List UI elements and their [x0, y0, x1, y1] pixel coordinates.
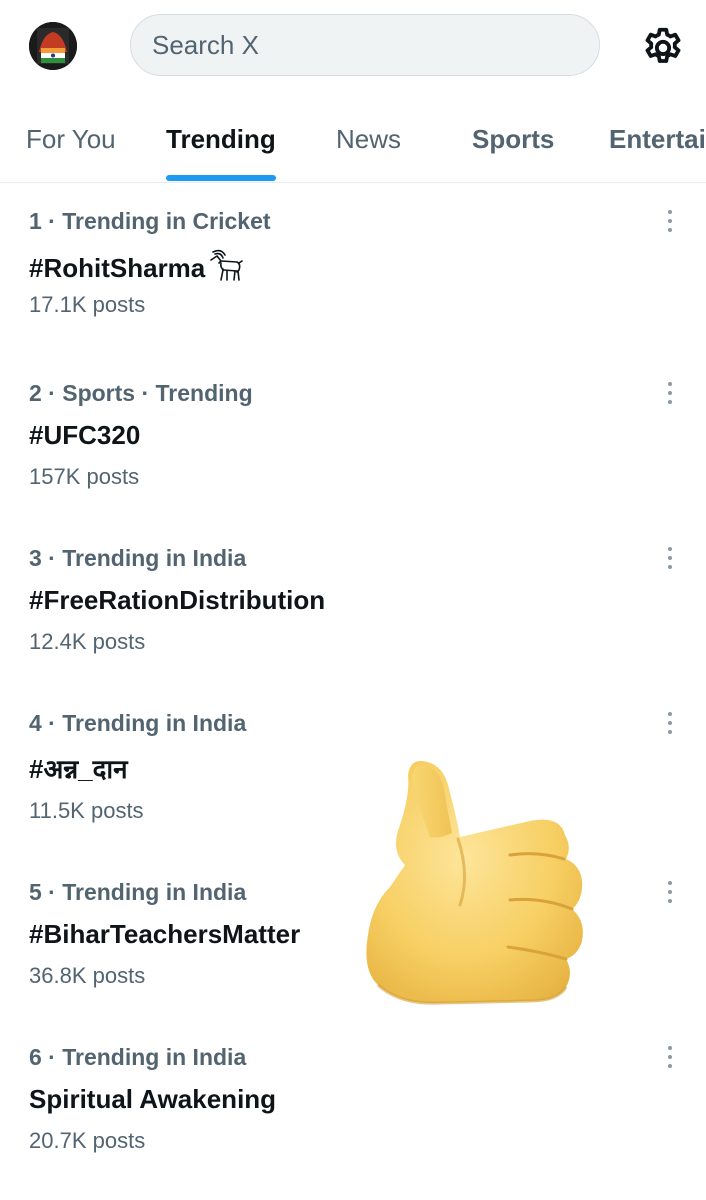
tab-news[interactable]: News — [336, 124, 401, 155]
trend-item[interactable]: 1 · Trending in Cricket #RohitSharma 17.… — [0, 208, 706, 358]
search-bar[interactable] — [130, 14, 600, 76]
trend-context: 3 · Trending in India — [29, 545, 247, 571]
trend-post-count: 157K posts — [29, 464, 140, 489]
trend-context: 1 · Trending in Cricket — [29, 208, 271, 234]
search-input[interactable] — [152, 29, 572, 61]
more-vertical-icon[interactable] — [658, 541, 682, 575]
trend-title-wrap: #RohitSharma — [29, 248, 244, 289]
tab-bar: For You Trending News Sports Entertai — [0, 96, 706, 183]
trend-title: #FreeRationDistribution — [29, 585, 326, 615]
trend-title: #RohitSharma — [29, 253, 206, 283]
trend-item[interactable]: 4 · Trending in India #अन्न_दान 11.5K po… — [0, 710, 706, 860]
tab-sports[interactable]: Sports — [472, 124, 554, 155]
trend-context: 4 · Trending in India — [29, 710, 247, 736]
trend-title: Spiritual Awakening — [29, 1084, 277, 1114]
active-tab-indicator — [166, 175, 276, 181]
thumbs-up-sticker — [360, 755, 595, 1010]
trend-post-count: 17.1K posts — [29, 292, 146, 317]
more-vertical-icon[interactable] — [658, 1040, 682, 1074]
trend-context: 2 · Sports · Trending — [29, 380, 253, 406]
top-bar — [0, 0, 706, 96]
avatar[interactable] — [29, 22, 77, 70]
trend-context: 6 · Trending in India — [29, 1044, 247, 1070]
trend-title: #UFC320 — [29, 420, 141, 450]
more-vertical-icon[interactable] — [658, 204, 682, 238]
trend-item[interactable]: 3 · Trending in India #FreeRationDistrib… — [0, 545, 706, 695]
goat-emoji-icon — [207, 248, 244, 289]
trend-item[interactable]: 2 · Sports · Trending #UFC320 157K posts — [0, 380, 706, 530]
trend-title: #BiharTeachersMatter — [29, 919, 301, 949]
trend-post-count: 20.7K posts — [29, 1128, 146, 1153]
trend-item[interactable]: 6 · Trending in India Spiritual Awakenin… — [0, 1044, 706, 1194]
trend-post-count: 11.5K posts — [29, 798, 144, 823]
more-vertical-icon[interactable] — [658, 706, 682, 740]
trend-post-count: 12.4K posts — [29, 629, 146, 654]
gear-icon[interactable] — [640, 24, 686, 70]
trend-item[interactable]: 5 · Trending in India #BiharTeachersMatt… — [0, 879, 706, 1029]
trend-post-count: 36.8K posts — [29, 963, 146, 988]
trend-context: 5 · Trending in India — [29, 879, 247, 905]
more-vertical-icon[interactable] — [658, 875, 682, 909]
trend-title: #अन्न_दान — [29, 754, 128, 784]
more-vertical-icon[interactable] — [658, 376, 682, 410]
tab-entertainment[interactable]: Entertai — [609, 124, 706, 155]
tab-trending[interactable]: Trending — [166, 124, 276, 155]
tab-for-you[interactable]: For You — [26, 124, 116, 155]
